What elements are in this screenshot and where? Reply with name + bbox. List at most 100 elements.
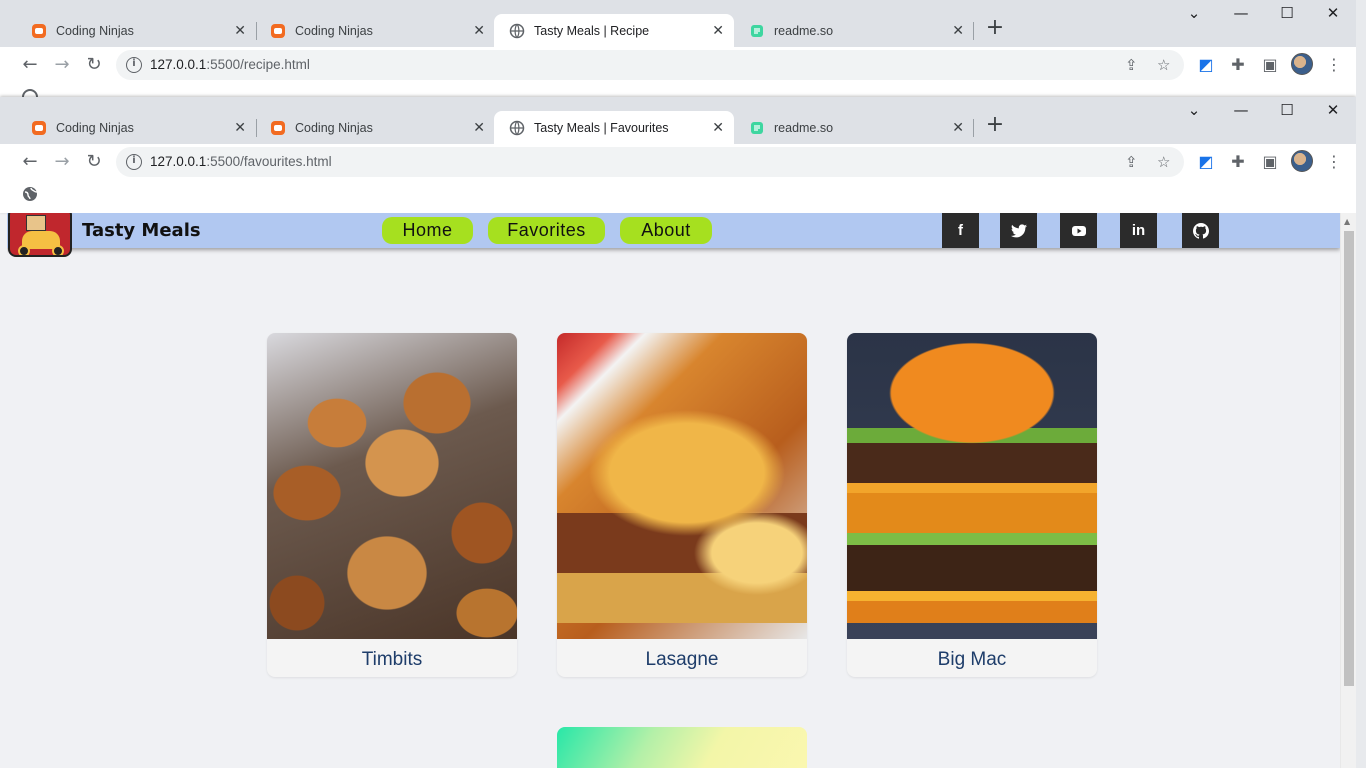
- meal-title[interactable]: Lasagne: [557, 649, 807, 671]
- youtube-icon[interactable]: [1060, 213, 1097, 248]
- url-text: 127.0.0.1:5500/favourites.html: [150, 154, 332, 169]
- url-text: 127.0.0.1:5500/recipe.html: [150, 57, 310, 72]
- tab-readme-so[interactable]: readme.so ✕: [734, 111, 974, 144]
- tab-title: Coding Ninjas: [295, 23, 373, 38]
- browser-window-favourites: Coding Ninjas ✕ Coding Ninjas ✕ Tasty Me…: [0, 97, 1356, 213]
- meal-image[interactable]: [267, 333, 517, 639]
- forward-arrow-icon[interactable]: →: [52, 55, 72, 75]
- tab-separator: [973, 22, 974, 40]
- tab-title: Tasty Meals | Favourites: [534, 120, 669, 135]
- meal-image[interactable]: [847, 333, 1097, 639]
- toolbar: ← → ↻ i 127.0.0.1:5500/recipe.html ⇪ ☆ ◩…: [0, 47, 1356, 83]
- nav-favorites-button[interactable]: Favorites: [488, 217, 605, 244]
- tab-title: Tasty Meals | Recipe: [534, 23, 650, 38]
- coding-ninjas-icon: [271, 120, 285, 135]
- tab-coding-ninjas-2[interactable]: Coding Ninjas ✕: [255, 111, 495, 144]
- globe-icon: [509, 23, 525, 38]
- url-host: 127.0.0.1: [150, 57, 207, 72]
- twitter-icon[interactable]: [1000, 213, 1037, 248]
- extensions-puzzle-icon[interactable]: ✚: [1228, 55, 1248, 75]
- bookmark-star-icon[interactable]: ☆: [1157, 153, 1170, 171]
- close-icon[interactable]: ✕: [952, 119, 964, 135]
- address-bar[interactable]: i 127.0.0.1:5500/recipe.html ⇪ ☆: [116, 50, 1184, 80]
- profile-avatar[interactable]: [1291, 150, 1313, 172]
- tab-readme-so[interactable]: readme.so ✕: [734, 14, 974, 47]
- reload-icon[interactable]: ↻: [84, 55, 104, 75]
- reload-icon[interactable]: ↻: [84, 152, 104, 172]
- twitter-bird-glyph: [1010, 224, 1027, 238]
- facebook-icon[interactable]: f: [942, 213, 979, 248]
- close-window-button[interactable]: ✕: [1318, 101, 1348, 119]
- globe-icon: [509, 120, 525, 135]
- favourite-card-partial[interactable]: [557, 727, 807, 768]
- url-host: 127.0.0.1: [150, 154, 207, 169]
- back-arrow-icon[interactable]: ←: [20, 152, 40, 172]
- tab-tasty-meals-recipe[interactable]: Tasty Meals | Recipe ✕: [494, 14, 734, 47]
- brand-name[interactable]: Tasty Meals: [82, 220, 201, 241]
- new-tab-button[interactable]: +: [984, 114, 1006, 137]
- meal-title[interactable]: Timbits: [267, 649, 517, 671]
- logo-wheel: [18, 245, 30, 255]
- close-icon[interactable]: ✕: [712, 119, 724, 135]
- address-bar[interactable]: i 127.0.0.1:5500/favourites.html ⇪ ☆: [116, 147, 1184, 177]
- side-panel-icon[interactable]: ▣: [1260, 55, 1280, 75]
- share-icon[interactable]: ⇪: [1125, 153, 1138, 171]
- minimize-button[interactable]: —: [1226, 101, 1256, 119]
- forward-arrow-icon[interactable]: →: [52, 152, 72, 172]
- site-info-icon[interactable]: i: [126, 154, 142, 170]
- extension-icon[interactable]: ◩: [1196, 152, 1216, 172]
- extensions-puzzle-icon[interactable]: ✚: [1228, 152, 1248, 172]
- logo-box: [26, 215, 46, 231]
- new-tab-button[interactable]: +: [984, 17, 1006, 40]
- close-icon[interactable]: ✕: [473, 119, 485, 135]
- favourite-card-timbits[interactable]: Timbits: [267, 333, 517, 677]
- tab-tasty-meals-favourites[interactable]: Tasty Meals | Favourites ✕: [494, 111, 734, 144]
- maximize-button[interactable]: ☐: [1272, 101, 1302, 119]
- minimize-button[interactable]: —: [1226, 4, 1256, 22]
- tab-title: readme.so: [774, 120, 834, 135]
- nav-home-button[interactable]: Home: [382, 217, 473, 244]
- scroll-up-arrow-icon[interactable]: ▲: [1344, 217, 1350, 226]
- close-icon[interactable]: ✕: [952, 22, 964, 38]
- tab-coding-ninjas-1[interactable]: Coding Ninjas ✕: [16, 14, 256, 47]
- tab-strip: Coding Ninjas ✕ Coding Ninjas ✕ Tasty Me…: [0, 0, 1356, 47]
- youtube-glyph: [1071, 226, 1086, 236]
- linkedin-icon[interactable]: in: [1120, 213, 1157, 248]
- tab-search-chevron-icon[interactable]: ⌄: [1179, 101, 1209, 119]
- readme-icon: [751, 24, 763, 37]
- maximize-button[interactable]: ☐: [1272, 4, 1302, 22]
- close-window-button[interactable]: ✕: [1318, 4, 1348, 22]
- coding-ninjas-icon: [32, 120, 46, 135]
- bookmark-star-icon[interactable]: ☆: [1157, 56, 1170, 74]
- page-scrollbar[interactable]: ▲: [1340, 213, 1356, 768]
- tab-search-chevron-icon[interactable]: ⌄: [1179, 4, 1209, 22]
- favourite-card-lasagne[interactable]: Lasagne: [557, 333, 807, 677]
- site-logo[interactable]: [8, 213, 72, 257]
- tab-title: Coding Ninjas: [295, 120, 373, 135]
- back-arrow-icon[interactable]: ←: [20, 55, 40, 75]
- share-icon[interactable]: ⇪: [1125, 56, 1138, 74]
- tab-coding-ninjas-2[interactable]: Coding Ninjas ✕: [255, 14, 495, 47]
- close-icon[interactable]: ✕: [473, 22, 485, 38]
- close-icon[interactable]: ✕: [712, 22, 724, 38]
- scrollbar-thumb[interactable]: [1344, 231, 1354, 686]
- meal-image[interactable]: [557, 333, 807, 639]
- close-icon[interactable]: ✕: [234, 119, 246, 135]
- page-viewport: Tasty Meals Home Favorites About f in Ti…: [7, 213, 1340, 768]
- meal-title[interactable]: Big Mac: [847, 649, 1097, 671]
- coding-ninjas-icon: [271, 23, 285, 38]
- tab-coding-ninjas-1[interactable]: Coding Ninjas ✕: [16, 111, 256, 144]
- profile-avatar[interactable]: [1291, 53, 1313, 75]
- side-panel-icon[interactable]: ▣: [1260, 152, 1280, 172]
- github-icon[interactable]: [1182, 213, 1219, 248]
- more-menu-icon[interactable]: ⋮: [1324, 55, 1344, 75]
- nav-about-button[interactable]: About: [620, 217, 712, 244]
- close-icon[interactable]: ✕: [234, 22, 246, 38]
- more-menu-icon[interactable]: ⋮: [1324, 152, 1344, 172]
- extension-icon[interactable]: ◩: [1196, 55, 1216, 75]
- favourite-card-big-mac[interactable]: Big Mac: [847, 333, 1097, 677]
- site-info-icon[interactable]: i: [126, 57, 142, 73]
- desktop-edge: [1356, 0, 1366, 768]
- site-navbar: Tasty Meals Home Favorites About f in: [7, 213, 1340, 257]
- url-path: :5500/favourites.html: [206, 154, 332, 169]
